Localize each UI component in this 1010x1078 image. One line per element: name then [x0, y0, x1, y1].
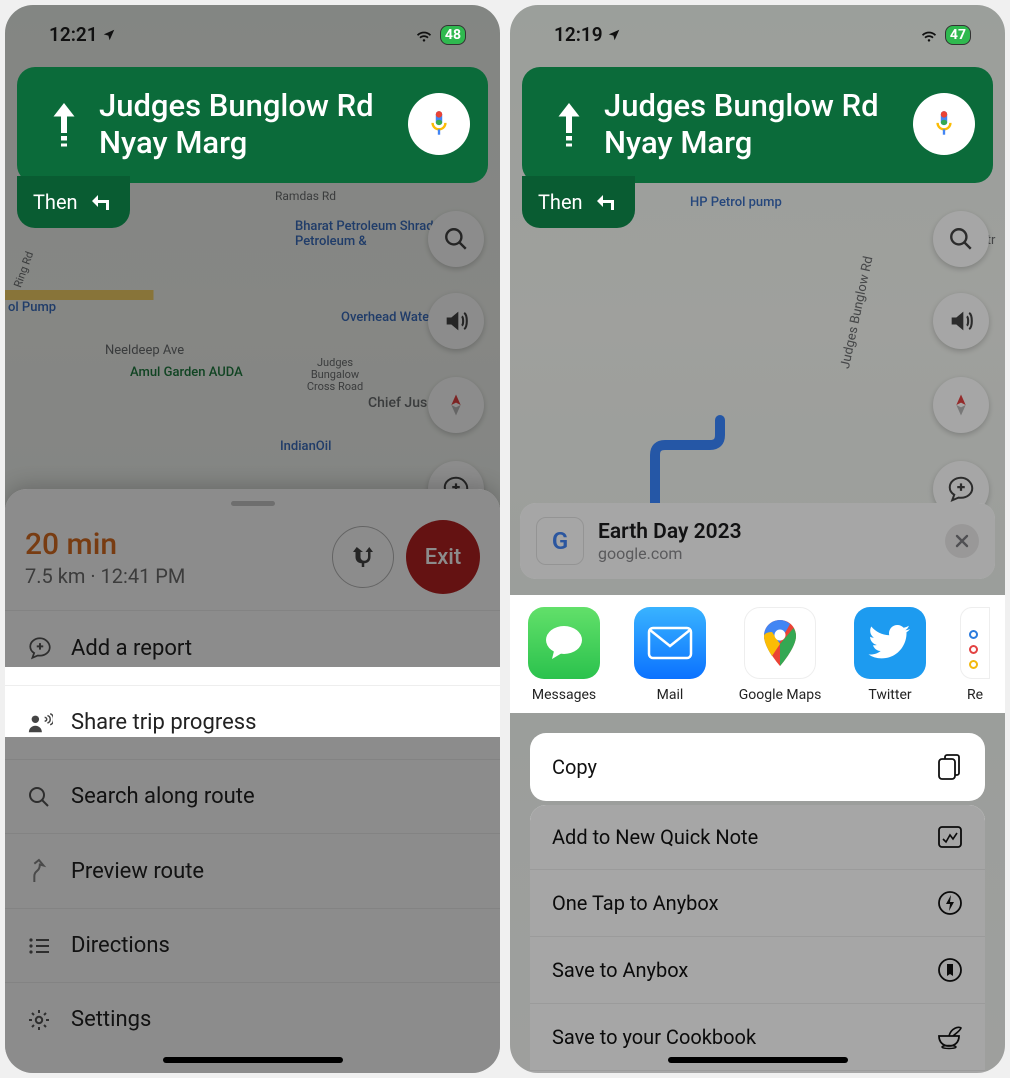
status-time: 12:19: [554, 23, 603, 46]
wifi-icon: [919, 27, 939, 43]
left-turn-icon: [88, 190, 112, 214]
status-bar: 12:19 47: [510, 23, 1005, 46]
share-app-mail[interactable]: Mail: [634, 607, 706, 703]
app-label: Messages: [532, 687, 596, 703]
sheet-dim-bottom: [5, 737, 500, 1073]
action-label: Copy: [552, 755, 597, 779]
then-label: Then: [538, 190, 583, 214]
share-people-icon: [27, 712, 53, 734]
app-label: Twitter: [868, 687, 911, 703]
then-step[interactable]: Then: [17, 176, 130, 228]
wifi-icon: [414, 27, 434, 43]
voice-button[interactable]: [408, 93, 470, 155]
share-app-messages[interactable]: Messages: [528, 607, 600, 703]
dim-actions: [530, 805, 985, 1073]
status-bar: 12:21 48: [5, 23, 500, 46]
nav-direction-banner[interactable]: Judges Bunglow Rd Nyay Marg: [17, 67, 488, 183]
location-arrow-icon: [607, 28, 621, 42]
dim-share-card: [520, 503, 995, 579]
share-action-copy[interactable]: Copy: [530, 733, 985, 801]
status-time: 12:21: [49, 23, 98, 46]
nav-direction-banner[interactable]: Judges Bunglow Rd Nyay Marg: [522, 67, 993, 183]
straight-arrow-icon: [46, 100, 82, 148]
copy-icon: [937, 753, 963, 781]
then-label: Then: [33, 190, 78, 214]
menu-label: Share trip progress: [71, 710, 256, 735]
app-label: Mail: [657, 687, 684, 703]
share-app-row: Messages Mail Google Maps: [510, 595, 1005, 713]
share-action-copy-group: Copy: [530, 733, 985, 801]
left-screenshot: Bharat Petroleum Shraddha Petroleum & Ov…: [5, 5, 500, 1073]
google-maps-icon: [760, 618, 800, 668]
location-arrow-icon: [102, 28, 116, 42]
sheet-dim-top: [5, 489, 500, 667]
nav-subroad-name: Nyay Marg: [604, 124, 913, 161]
app-label: Google Maps: [739, 687, 822, 703]
share-app-google-maps[interactable]: Google Maps: [740, 607, 820, 703]
mic-icon: [426, 109, 452, 139]
nav-road-name: Judges Bunglow Rd: [99, 87, 408, 124]
mail-icon: [647, 626, 693, 660]
home-indicator[interactable]: [668, 1057, 848, 1063]
nav-road-name: Judges Bunglow Rd: [604, 87, 913, 124]
battery-indicator: 48: [440, 25, 466, 45]
straight-arrow-icon: [551, 100, 587, 148]
left-turn-icon: [593, 190, 617, 214]
share-app-more[interactable]: Re: [960, 607, 990, 703]
messages-icon: [542, 623, 586, 663]
app-label: Re: [967, 687, 983, 703]
voice-button[interactable]: [913, 93, 975, 155]
battery-indicator: 47: [945, 25, 971, 45]
right-screenshot: HP Petrol pump Judges Bunglow Rd Vastr 1…: [510, 5, 1005, 1073]
then-step[interactable]: Then: [522, 176, 635, 228]
nav-subroad-name: Nyay Marg: [99, 124, 408, 161]
mic-icon: [931, 109, 957, 139]
share-app-twitter[interactable]: Twitter: [854, 607, 926, 703]
twitter-icon: [868, 625, 912, 661]
